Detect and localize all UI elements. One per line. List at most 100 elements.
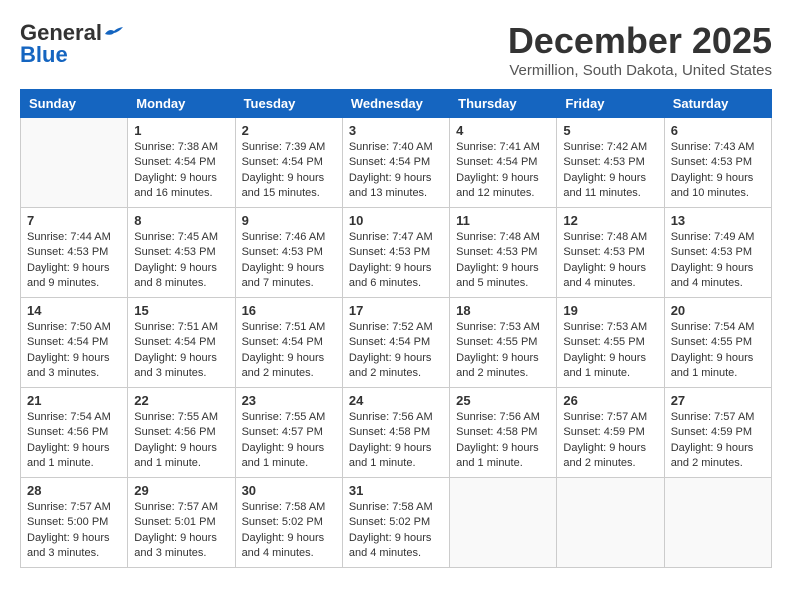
calendar-cell: 23 Sunrise: 7:55 AMSunset: 4:57 PMDayligh… [235,388,342,478]
cell-info: Sunrise: 7:56 AMSunset: 4:58 PMDaylight:… [456,410,550,472]
calendar-week-row: 28 Sunrise: 7:57 AMSunset: 5:00 PMDayligh… [21,478,772,568]
calendar-cell: 24 Sunrise: 7:56 AMSunset: 4:58 PMDayligh… [342,388,449,478]
day-number: 22 [134,393,228,408]
cell-info: Sunrise: 7:57 AMSunset: 5:00 PMDaylight:… [27,500,121,562]
cell-info: Sunrise: 7:38 AMSunset: 4:54 PMDaylight:… [134,140,228,202]
calendar-week-row: 21 Sunrise: 7:54 AMSunset: 4:56 PMDayligh… [21,388,772,478]
cell-info: Sunrise: 7:51 AMSunset: 4:54 PMDaylight:… [134,320,228,382]
calendar-cell [557,478,664,568]
cell-info: Sunrise: 7:54 AMSunset: 4:55 PMDaylight:… [671,320,765,382]
day-number: 21 [27,393,121,408]
calendar-cell: 1 Sunrise: 7:38 AMSunset: 4:54 PMDaylight… [128,118,235,208]
day-number: 2 [242,123,336,138]
cell-info: Sunrise: 7:56 AMSunset: 4:58 PMDaylight:… [349,410,443,472]
calendar-cell [664,478,771,568]
day-number: 3 [349,123,443,138]
day-number: 23 [242,393,336,408]
day-number: 31 [349,483,443,498]
cell-info: Sunrise: 7:41 AMSunset: 4:54 PMDaylight:… [456,140,550,202]
calendar-cell: 16 Sunrise: 7:51 AMSunset: 4:54 PMDayligh… [235,298,342,388]
calendar-cell [450,478,557,568]
calendar-week-row: 7 Sunrise: 7:44 AMSunset: 4:53 PMDaylight… [21,208,772,298]
calendar-cell: 7 Sunrise: 7:44 AMSunset: 4:53 PMDaylight… [21,208,128,298]
cell-info: Sunrise: 7:54 AMSunset: 4:56 PMDaylight:… [27,410,121,472]
calendar-cell: 5Sunrise: 7:42 AMSunset: 4:53 PMDaylight… [557,118,664,208]
column-header-saturday: Saturday [664,90,771,118]
logo: General Blue [20,20,126,68]
page-header: General Blue December 2025 Vermillion, S… [20,20,772,79]
calendar-cell: 31Sunrise: 7:58 AMSunset: 5:02 PMDayligh… [342,478,449,568]
cell-info: Sunrise: 7:52 AMSunset: 4:54 PMDaylight:… [349,320,443,382]
column-header-friday: Friday [557,90,664,118]
calendar-cell: 14 Sunrise: 7:50 AMSunset: 4:54 PMDayligh… [21,298,128,388]
cell-info: Sunrise: 7:55 AMSunset: 4:56 PMDaylight:… [134,410,228,472]
logo-blue-text: Blue [20,42,68,68]
month-title: December 2025 [508,20,772,62]
day-number: 20 [671,303,765,318]
calendar-table: SundayMondayTuesdayWednesdayThursdayFrid… [20,89,772,568]
day-number: 30 [242,483,336,498]
cell-info: Sunrise: 7:48 AMSunset: 4:53 PMDaylight:… [563,230,657,292]
calendar-cell: 19 Sunrise: 7:53 AMSunset: 4:55 PMDayligh… [557,298,664,388]
cell-info: Sunrise: 7:50 AMSunset: 4:54 PMDaylight:… [27,320,121,382]
cell-info: Sunrise: 7:40 AMSunset: 4:54 PMDaylight:… [349,140,443,202]
day-number: 24 [349,393,443,408]
title-area: December 2025 Vermillion, South Dakota, … [508,20,772,79]
cell-info: Sunrise: 7:44 AMSunset: 4:53 PMDaylight:… [27,230,121,292]
calendar-cell: 6Sunrise: 7:43 AMSunset: 4:53 PMDaylight… [664,118,771,208]
cell-info: Sunrise: 7:48 AMSunset: 4:53 PMDaylight:… [456,230,550,292]
day-number: 27 [671,393,765,408]
day-number: 26 [563,393,657,408]
cell-info: Sunrise: 7:58 AMSunset: 5:02 PMDaylight:… [242,500,336,562]
calendar-cell: 17 Sunrise: 7:52 AMSunset: 4:54 PMDayligh… [342,298,449,388]
day-number: 7 [27,213,121,228]
calendar-cell: 10 Sunrise: 7:47 AMSunset: 4:53 PMDayligh… [342,208,449,298]
cell-info: Sunrise: 7:53 AMSunset: 4:55 PMDaylight:… [563,320,657,382]
cell-info: Sunrise: 7:55 AMSunset: 4:57 PMDaylight:… [242,410,336,472]
cell-info: Sunrise: 7:57 AMSunset: 4:59 PMDaylight:… [671,410,765,472]
calendar-cell: 9Sunrise: 7:46 AMSunset: 4:53 PMDaylight… [235,208,342,298]
calendar-week-row: 14 Sunrise: 7:50 AMSunset: 4:54 PMDayligh… [21,298,772,388]
calendar-cell: 27 Sunrise: 7:57 AMSunset: 4:59 PMDayligh… [664,388,771,478]
day-number: 16 [242,303,336,318]
cell-info: Sunrise: 7:43 AMSunset: 4:53 PMDaylight:… [671,140,765,202]
cell-info: Sunrise: 7:45 AMSunset: 4:53 PMDaylight:… [134,230,228,292]
calendar-header-row: SundayMondayTuesdayWednesdayThursdayFrid… [21,90,772,118]
cell-info: Sunrise: 7:42 AMSunset: 4:53 PMDaylight:… [563,140,657,202]
day-number: 15 [134,303,228,318]
day-number: 28 [27,483,121,498]
calendar-cell: 4 Sunrise: 7:41 AMSunset: 4:54 PMDaylight… [450,118,557,208]
column-header-thursday: Thursday [450,90,557,118]
day-number: 4 [456,123,550,138]
cell-info: Sunrise: 7:57 AMSunset: 4:59 PMDaylight:… [563,410,657,472]
cell-info: Sunrise: 7:53 AMSunset: 4:55 PMDaylight:… [456,320,550,382]
day-number: 1 [134,123,228,138]
calendar-cell [21,118,128,208]
calendar-cell: 18Sunrise: 7:53 AMSunset: 4:55 PMDayligh… [450,298,557,388]
cell-info: Sunrise: 7:46 AMSunset: 4:53 PMDaylight:… [242,230,336,292]
calendar-cell: 25Sunrise: 7:56 AMSunset: 4:58 PMDayligh… [450,388,557,478]
calendar-cell: 28 Sunrise: 7:57 AMSunset: 5:00 PMDayligh… [21,478,128,568]
column-header-wednesday: Wednesday [342,90,449,118]
calendar-cell: 20 Sunrise: 7:54 AMSunset: 4:55 PMDayligh… [664,298,771,388]
column-header-sunday: Sunday [21,90,128,118]
day-number: 14 [27,303,121,318]
cell-info: Sunrise: 7:51 AMSunset: 4:54 PMDaylight:… [242,320,336,382]
calendar-cell: 30 Sunrise: 7:58 AMSunset: 5:02 PMDayligh… [235,478,342,568]
calendar-cell: 8Sunrise: 7:45 AMSunset: 4:53 PMDaylight… [128,208,235,298]
location-subtitle: Vermillion, South Dakota, United States [508,62,772,79]
day-number: 17 [349,303,443,318]
calendar-cell: 29 Sunrise: 7:57 AMSunset: 5:01 PMDayligh… [128,478,235,568]
day-number: 13 [671,213,765,228]
cell-info: Sunrise: 7:47 AMSunset: 4:53 PMDaylight:… [349,230,443,292]
column-header-tuesday: Tuesday [235,90,342,118]
day-number: 10 [349,213,443,228]
day-number: 29 [134,483,228,498]
cell-info: Sunrise: 7:57 AMSunset: 5:01 PMDaylight:… [134,500,228,562]
calendar-cell: 13Sunrise: 7:49 AMSunset: 4:53 PMDayligh… [664,208,771,298]
calendar-cell: 26 Sunrise: 7:57 AMSunset: 4:59 PMDayligh… [557,388,664,478]
day-number: 19 [563,303,657,318]
logo-bird-icon [103,26,125,42]
calendar-cell: 12Sunrise: 7:48 AMSunset: 4:53 PMDayligh… [557,208,664,298]
calendar-cell: 22 Sunrise: 7:55 AMSunset: 4:56 PMDayligh… [128,388,235,478]
